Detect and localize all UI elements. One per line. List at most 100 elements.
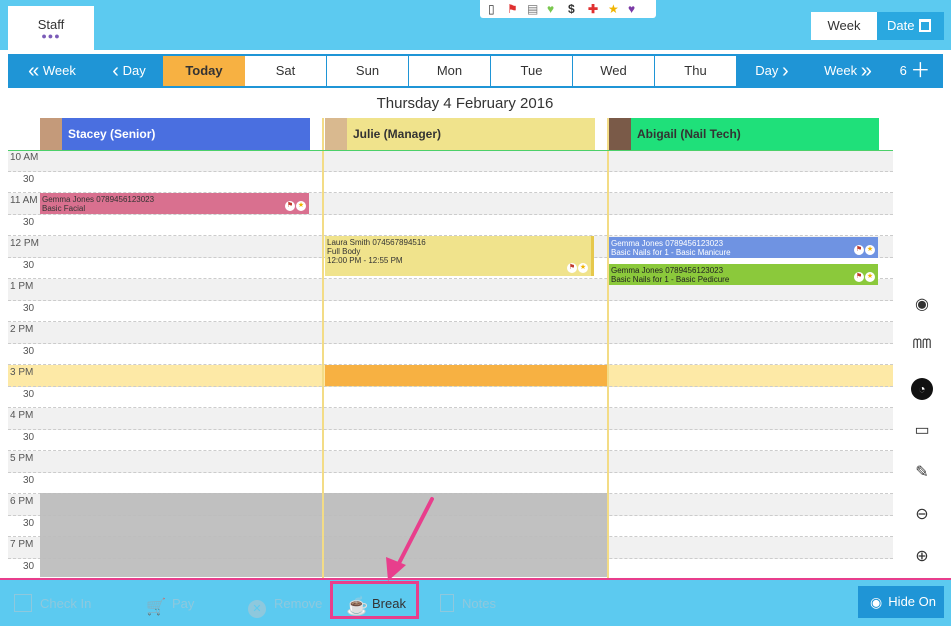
appointment-card[interactable]: Gemma Jones 0789456123023 Basic Nails fo… <box>609 237 878 258</box>
time-label: 3 PM <box>10 367 34 378</box>
zoom-out-icon[interactable]: ⊖ <box>908 504 936 528</box>
column-divider <box>607 118 609 578</box>
staff-header-abigail[interactable]: Abigail (Nail Tech) <box>609 118 879 150</box>
next-week-label: Week <box>824 63 858 78</box>
appointment-time: 12:00 PM - 12:55 PM <box>327 256 403 265</box>
printer-icon[interactable]: ▭ <box>908 420 936 444</box>
staff-header-julie[interactable]: Julie (Manager) <box>325 118 595 150</box>
time-label: 30 <box>23 345 35 357</box>
time-row[interactable]: 30 <box>8 301 893 322</box>
day-tab-today[interactable]: Today <box>163 56 245 86</box>
appointment-icons: ⚑ ★ <box>853 271 875 282</box>
eye-icon[interactable]: ◉ <box>908 294 936 318</box>
star-icon: ★ <box>865 245 875 255</box>
date-view-button[interactable]: Date <box>877 12 944 40</box>
staff-count-add-button[interactable]: 6 ＋ <box>890 56 940 86</box>
dollar-icon[interactable]: $ <box>568 1 575 17</box>
appointment-client: Gemma Jones 0789456123023 <box>611 239 724 248</box>
time-label: 30 <box>23 259 35 271</box>
remove-button[interactable]: ✕ Remove <box>248 591 322 618</box>
prev-week-button[interactable]: « Week <box>12 56 92 86</box>
time-label: 30 <box>23 302 35 314</box>
document-icon[interactable]: ▤ <box>527 1 538 17</box>
teeth-icon[interactable]: ᗰᗰ <box>908 336 936 360</box>
day-tab-tue[interactable]: Tue <box>491 56 573 86</box>
hide-on-label: Hide On <box>888 594 936 609</box>
check-in-button[interactable]: Check In <box>14 591 91 617</box>
staff-name: Stacey (Senior) <box>68 127 156 141</box>
bottom-toolbar: Check In 🛒 Pay ✕ Remove ☕ Break Notes <box>0 578 951 626</box>
time-label: 4 PM <box>10 410 34 421</box>
zoom-in-icon[interactable]: ⊕ <box>908 546 936 570</box>
prev-week-label: Week <box>42 63 76 78</box>
notes-button[interactable]: Notes <box>440 591 496 617</box>
star-icon: ★ <box>865 272 875 282</box>
staff-tab[interactable]: Staff ●●● <box>8 6 94 50</box>
time-row[interactable]: 30 <box>8 387 893 408</box>
double-chevron-right-icon: » <box>860 60 872 82</box>
staff-header-stacey[interactable]: Stacey (Senior) <box>40 118 310 150</box>
time-label: 12 PM <box>10 238 39 249</box>
next-week-button[interactable]: Week » <box>808 56 888 86</box>
phone-icon[interactable]: ▯ <box>488 1 495 17</box>
time-label: 30 <box>23 517 35 529</box>
appointment-card[interactable]: Gemma Jones 0789456123023 Basic Facial ⚑… <box>40 193 309 214</box>
plus-icon: ＋ <box>910 60 931 82</box>
time-row[interactable]: 30 <box>8 172 893 193</box>
heart-icon[interactable]: ♥ <box>547 1 554 17</box>
time-row[interactable]: 10 AM <box>8 150 893 172</box>
time-row[interactable]: 30 <box>8 215 893 236</box>
time-row[interactable]: 30 <box>8 344 893 365</box>
day-tab-sun[interactable]: Sun <box>327 56 409 86</box>
next-day-button[interactable]: Day › <box>744 56 800 86</box>
flag-icon: ⚑ <box>567 263 577 273</box>
appointment-client: Gemma Jones 0789456123023 <box>611 266 724 275</box>
flag-icon[interactable]: ⚑ <box>507 1 518 17</box>
page-title: Thursday 4 February 2016 <box>376 95 554 112</box>
cart-icon: 🛒 <box>146 599 166 616</box>
checkbox-icon <box>14 594 32 612</box>
staff-name: Abigail (Nail Tech) <box>637 127 741 141</box>
time-row[interactable]: 5 PM <box>8 451 893 473</box>
day-tab-sat[interactable]: Sat <box>245 56 327 86</box>
time-row[interactable]: 4 PM <box>8 408 893 430</box>
notes-icon[interactable]: ✎ <box>908 462 936 486</box>
double-chevron-left-icon: « <box>28 60 40 82</box>
avatar <box>609 118 631 150</box>
time-label: 5 PM <box>10 453 34 464</box>
star-icon[interactable]: ★ <box>608 1 619 17</box>
flag-icon: ⚑ <box>285 201 295 211</box>
appointment-service: Basic Facial <box>42 204 86 213</box>
star-icon: ★ <box>578 263 588 273</box>
day-tab-mon[interactable]: Mon <box>409 56 491 86</box>
pay-button[interactable]: 🛒 Pay <box>146 591 194 617</box>
pay-label: Pay <box>172 596 195 611</box>
time-row[interactable]: 2 PM <box>8 322 893 344</box>
day-tab-wed[interactable]: Wed <box>573 56 655 86</box>
time-row[interactable]: 30 <box>8 430 893 451</box>
avatar <box>40 118 62 150</box>
flag-icon: ⚑ <box>854 272 864 282</box>
cross-icon[interactable]: ✚ <box>588 1 598 17</box>
appointment-card[interactable]: Gemma Jones 0789456123023 Basic Nails fo… <box>609 264 878 285</box>
break-block-julie[interactable] <box>325 365 608 386</box>
time-row[interactable]: 30 <box>8 473 893 494</box>
clock-icon[interactable]: ◔ <box>908 378 936 402</box>
broken-heart-icon[interactable]: ♥ <box>628 1 635 17</box>
time-label: 30 <box>23 173 35 185</box>
time-label: 7 PM <box>10 539 34 550</box>
day-tab-thu[interactable]: Thu <box>655 56 737 86</box>
appointment-card[interactable]: Laura Smith 074567894516 Full Body 12:00… <box>325 236 594 276</box>
prev-day-button[interactable]: ‹ Day <box>96 56 162 86</box>
remove-icon: ✕ <box>248 600 266 618</box>
chevron-left-icon: ‹ <box>112 60 119 82</box>
date-view-label: Date <box>887 18 915 33</box>
time-label: 6 PM <box>10 496 34 507</box>
prev-day-label: Day <box>122 63 146 78</box>
column-divider <box>322 118 324 578</box>
hide-on-button[interactable]: ◉ Hide On <box>858 586 944 618</box>
week-view-button[interactable]: Week <box>811 12 877 40</box>
next-day-label: Day <box>755 63 779 78</box>
eye-icon: ◉ <box>870 594 883 610</box>
notes-label: Notes <box>462 596 496 611</box>
